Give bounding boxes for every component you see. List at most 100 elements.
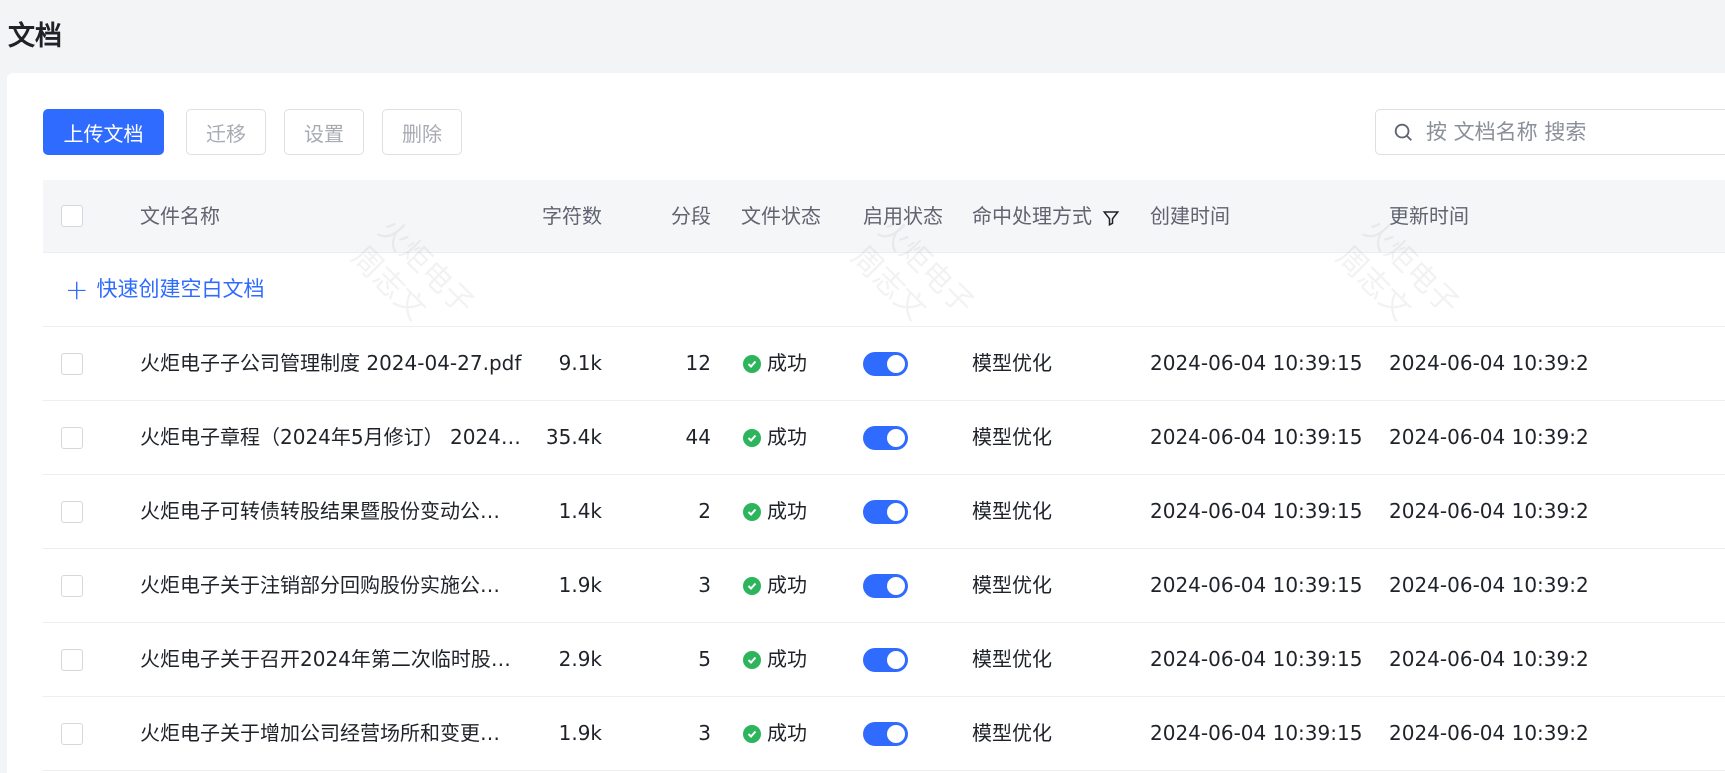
file-status: 成功 [743,549,807,622]
hit-method: 模型优化 [972,721,1052,745]
segment-count: 5 [698,647,711,671]
toolbar: 上传文档 迁移 设置 删除 [43,109,1725,157]
row-checkbox[interactable] [61,648,83,671]
create-blank-row: + 快速创建空白文档 [43,253,1725,327]
file-status-label: 成功 [767,573,807,597]
column-header-enable-status: 启用状态 [863,204,943,228]
updated-time: 2024-06-04 10:39:2 [1389,499,1589,523]
search-box[interactable] [1375,109,1725,155]
search-input[interactable] [1424,119,1725,145]
enable-toggle[interactable] [863,721,908,746]
column-header-hit-method-label: 命中处理方式 [972,204,1092,228]
column-header-chars[interactable]: 字符数 [493,180,602,252]
row-checkbox[interactable] [61,722,83,745]
success-check-icon [743,502,761,521]
page-title: 文档 [8,21,62,52]
enable-toggle[interactable] [863,351,908,376]
segment-count: 2 [698,499,711,523]
hit-method: 模型优化 [972,425,1052,449]
document-name[interactable]: 火炬电子可转债转股结果暨股份变动公… [140,475,500,548]
char-count: 1.4k [558,499,602,523]
char-count: 2.9k [558,647,602,671]
enable-toggle[interactable] [863,425,908,450]
row-checkbox[interactable] [61,352,83,375]
success-check-icon [743,428,761,447]
created-time: 2024-06-04 10:39:15 [1150,573,1363,597]
hit-method: 模型优化 [972,351,1052,375]
enable-toggle[interactable] [863,647,908,672]
create-blank-label: 快速创建空白文档 [96,277,265,301]
file-status-label: 成功 [767,425,807,449]
enable-toggle[interactable] [863,499,908,524]
documents-card: 上传文档 迁移 设置 删除 文件名称 字符数 分段 文件状态 启用状态 命中处理… [7,73,1725,773]
row-checkbox[interactable] [61,426,83,449]
created-time: 2024-06-04 10:39:15 [1150,721,1363,745]
documents-table: 文件名称 字符数 分段 文件状态 启用状态 命中处理方式 创建时间 更新时间 +… [43,180,1725,771]
hit-method: 模型优化 [972,573,1052,597]
created-time: 2024-06-04 10:39:15 [1150,647,1363,671]
search-icon [1394,123,1412,141]
column-header-file-status: 文件状态 [741,204,821,228]
table-row[interactable]: 火炬电子章程（2024年5月修订） 2024… 35.4k 44 成功 模型优化… [43,401,1725,475]
char-count: 1.9k [558,721,602,745]
document-name[interactable]: 火炬电子子公司管理制度 2024-04-27.pdf [140,327,521,400]
table-body: 火炬电子子公司管理制度 2024-04-27.pdf 9.1k 12 成功 模型… [43,327,1725,771]
row-checkbox[interactable] [61,500,83,523]
hit-method: 模型优化 [972,499,1052,523]
created-time: 2024-06-04 10:39:15 [1150,425,1363,449]
table-row[interactable]: 火炬电子可转债转股结果暨股份变动公… 1.4k 2 成功 模型优化 2024-0… [43,475,1725,549]
row-checkbox[interactable] [61,574,83,597]
success-check-icon [743,650,761,669]
column-header-created[interactable]: 创建时间 [1150,180,1230,252]
column-header-segments[interactable]: 分段 [633,180,711,252]
success-check-icon [743,354,761,373]
updated-time: 2024-06-04 10:39:2 [1389,425,1589,449]
char-count: 1.9k [558,573,602,597]
upload-document-button[interactable]: 上传文档 [43,109,164,155]
settings-button[interactable]: 设置 [284,109,364,155]
table-row[interactable]: 火炬电子子公司管理制度 2024-04-27.pdf 9.1k 12 成功 模型… [43,327,1725,401]
char-count: 9.1k [558,351,602,375]
table-header: 文件名称 字符数 分段 文件状态 启用状态 命中处理方式 创建时间 更新时间 [43,180,1725,253]
column-header-hit-method: 命中处理方式 [972,180,1120,252]
segment-count: 12 [685,351,711,375]
created-time: 2024-06-04 10:39:15 [1150,499,1363,523]
plus-icon: + [65,272,89,306]
file-status-label: 成功 [767,351,807,375]
document-name[interactable]: 火炬电子关于增加公司经营场所和变更… [140,697,500,770]
table-row[interactable]: 火炬电子关于增加公司经营场所和变更… 1.9k 3 成功 模型优化 2024-0… [43,697,1725,771]
document-name[interactable]: 火炬电子关于注销部分回购股份实施公… [140,549,500,622]
migrate-button[interactable]: 迁移 [186,109,266,155]
success-check-icon [743,724,761,743]
select-all-checkbox[interactable] [61,205,83,227]
document-name[interactable]: 火炬电子关于召开2024年第二次临时股… [140,623,511,696]
char-count: 35.4k [545,425,602,449]
document-name[interactable]: 火炬电子章程（2024年5月修订） 2024… [140,401,521,474]
table-row[interactable]: 火炬电子关于注销部分回购股份实施公… 1.9k 3 成功 模型优化 2024-0… [43,549,1725,623]
file-status: 成功 [743,475,807,548]
updated-time: 2024-06-04 10:39:2 [1389,573,1589,597]
updated-time: 2024-06-04 10:39:2 [1389,647,1589,671]
file-status: 成功 [743,327,807,400]
create-blank-document-link[interactable]: + 快速创建空白文档 [65,253,264,326]
segment-count: 3 [698,573,711,597]
column-header-updated[interactable]: 更新时间 [1389,180,1469,252]
delete-button[interactable]: 删除 [382,109,462,155]
enable-toggle[interactable] [863,573,908,598]
success-check-icon [743,576,761,595]
updated-time: 2024-06-04 10:39:2 [1389,721,1589,745]
file-status: 成功 [743,623,807,696]
table-row[interactable]: 火炬电子关于召开2024年第二次临时股… 2.9k 5 成功 模型优化 2024… [43,623,1725,697]
hit-method: 模型优化 [972,647,1052,671]
filter-icon[interactable] [1102,209,1120,227]
segment-count: 44 [685,425,711,449]
column-header-name: 文件名称 [140,204,220,228]
file-status: 成功 [743,401,807,474]
created-time: 2024-06-04 10:39:15 [1150,351,1363,375]
updated-time: 2024-06-04 10:39:2 [1389,351,1589,375]
file-status: 成功 [743,697,807,770]
segment-count: 3 [698,721,711,745]
file-status-label: 成功 [767,721,807,745]
file-status-label: 成功 [767,647,807,671]
file-status-label: 成功 [767,499,807,523]
